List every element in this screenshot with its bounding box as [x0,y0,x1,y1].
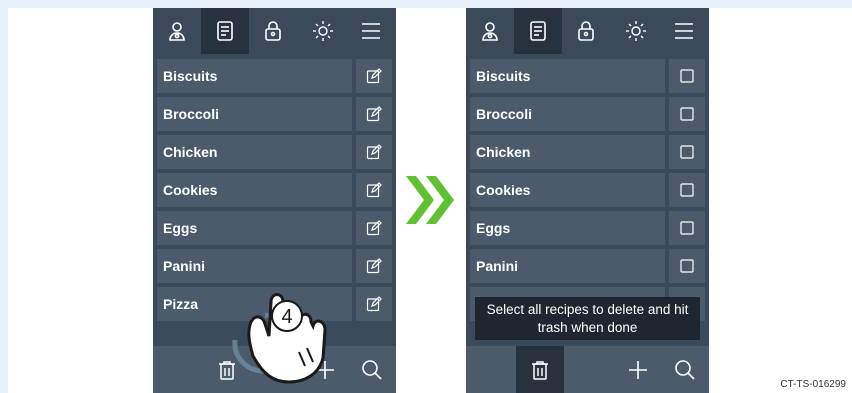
edit-button[interactable] [356,287,392,321]
edit-button[interactable] [356,135,392,169]
trash-icon[interactable] [516,346,564,393]
edit-icon [366,68,382,84]
edit-button[interactable] [356,211,392,245]
figure-caption: CT-TS-016299 [780,379,846,390]
recipe-name[interactable]: Broccoli [157,97,352,131]
recipe-book-icon[interactable] [201,8,249,54]
recipe-name[interactable]: Biscuits [157,59,352,93]
edit-button[interactable] [356,59,392,93]
checkbox-icon [680,107,694,121]
lock-icon[interactable] [249,8,297,54]
phone-after: Biscuits Broccoli Chicken Cookies Eggs P… [466,8,709,393]
recipe-name[interactable]: Panini [470,249,665,283]
edit-icon [366,144,382,160]
edit-icon [366,258,382,274]
step-number: 4 [281,306,292,328]
person-icon[interactable] [153,8,201,54]
delete-hint-tooltip: Select all recipes to delete and hit tra… [475,297,700,340]
edit-icon [366,220,382,236]
top-toolbar [153,8,396,54]
recipe-name[interactable]: Cookies [157,173,352,207]
person-icon[interactable] [466,8,514,54]
recipe-name[interactable]: Broccoli [470,97,665,131]
plus-icon[interactable] [614,346,662,393]
recipe-name[interactable]: Cookies [470,173,665,207]
checkbox-icon [680,69,694,83]
checkbox-icon [680,145,694,159]
recipe-name[interactable]: Eggs [470,211,665,245]
select-checkbox[interactable] [669,135,705,169]
search-icon[interactable] [661,346,709,393]
lock-icon[interactable] [562,8,610,54]
menu-icon[interactable] [660,8,708,54]
left-border [0,0,8,393]
checkbox-icon [680,259,694,273]
select-checkbox[interactable] [669,173,705,207]
select-checkbox[interactable] [669,97,705,131]
edit-icon [366,106,382,122]
edit-button[interactable] [356,173,392,207]
edit-icon [366,296,382,312]
recipe-name[interactable]: Chicken [157,135,352,169]
next-step-arrow-icon [406,176,454,224]
edit-icon [366,182,382,198]
edit-button[interactable] [356,249,392,283]
brightness-icon[interactable] [612,8,660,54]
top-border [0,0,852,8]
recipe-book-icon[interactable] [514,8,562,54]
select-checkbox[interactable] [669,211,705,245]
recipe-name[interactable]: Biscuits [470,59,665,93]
edit-button[interactable] [356,97,392,131]
search-icon[interactable] [348,346,396,393]
bottom-toolbar [466,346,709,393]
select-checkbox[interactable] [669,249,705,283]
checkbox-icon [680,183,694,197]
recipe-name[interactable]: Chicken [470,135,665,169]
top-toolbar [466,8,709,54]
checkbox-icon [680,221,694,235]
brightness-icon[interactable] [299,8,347,54]
menu-icon[interactable] [347,8,395,54]
recipe-name[interactable]: Eggs [157,211,352,245]
tap-hand-icon: 4 [232,293,327,384]
select-checkbox[interactable] [669,59,705,93]
